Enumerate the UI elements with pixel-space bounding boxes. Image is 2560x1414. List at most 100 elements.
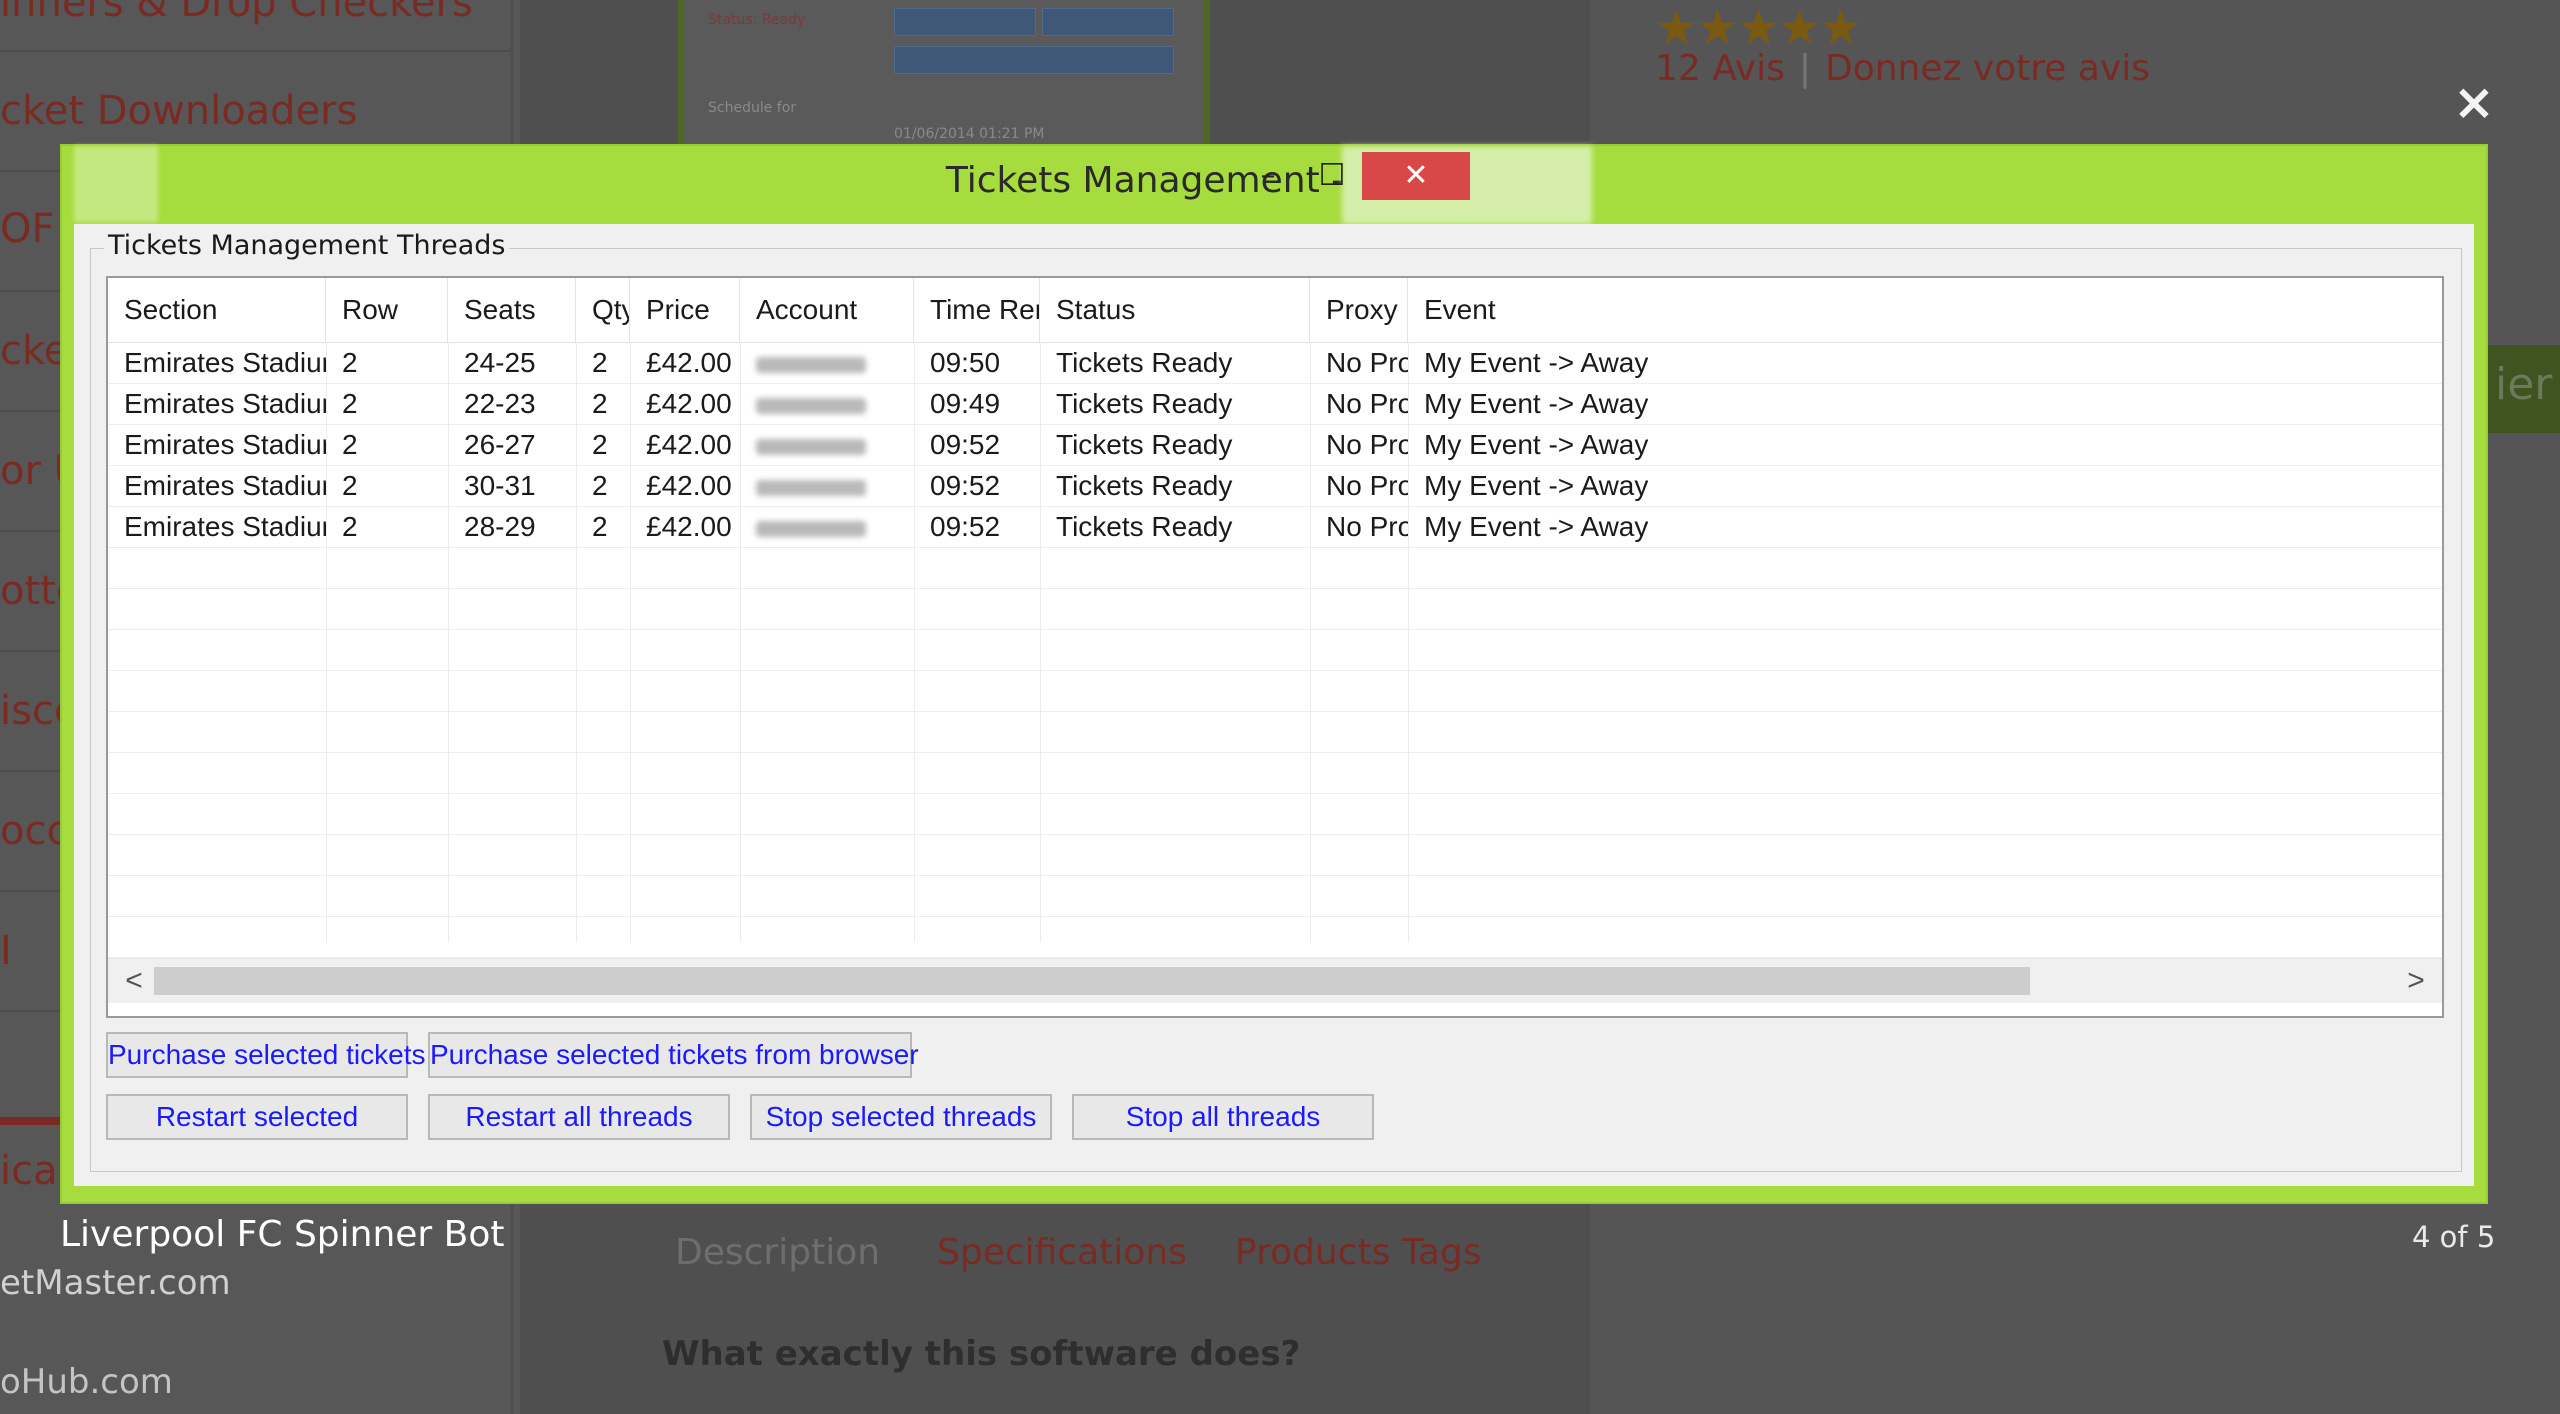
cell-row: 2 — [342, 347, 358, 378]
maximize-button[interactable]: ☐ — [1302, 152, 1362, 200]
column-gridline — [630, 342, 631, 942]
cell-account — [740, 424, 914, 465]
horizontal-scrollbar[interactable]: < > — [108, 958, 2442, 1003]
cell-time: 09:52 — [930, 511, 1001, 542]
reviews-count: 12 Avis — [1655, 48, 1785, 89]
close-button[interactable]: ✕ — [1362, 152, 1470, 200]
empty-row — [108, 670, 2442, 712]
cell-event: My Event -> Away — [1424, 511, 1648, 542]
purchase-from-browser-button[interactable]: Purchase selected tickets from browser — [428, 1032, 919, 1078]
cell-section: Emirates Stadium With Pic... — [124, 388, 326, 419]
column-gridline — [914, 342, 915, 942]
cell-section: Emirates Stadium With Pic... — [124, 429, 326, 460]
cell-status: Tickets Ready — [1056, 388, 1233, 419]
cell-row: 2 — [342, 511, 358, 542]
sidebar-link: inners & Drop Checkers — [0, 0, 473, 26]
thumbnail-status: Status: Ready — [708, 12, 806, 28]
column-header-row[interactable]: Row — [326, 278, 448, 342]
column-header-account[interactable]: Account — [740, 278, 914, 342]
empty-row — [108, 793, 2442, 835]
cell-proxy: No Proxy — [1326, 347, 1408, 378]
column-gridline — [1408, 342, 1409, 942]
redacted-account — [756, 479, 866, 496]
cell-proxy: No Proxy — [1326, 388, 1408, 419]
background-thumbnail: Status: Ready Schedule for 01/06/2014 01… — [678, 0, 1210, 150]
column-header-time-remaining[interactable]: Time Remaini... — [914, 278, 1040, 342]
cell-event: My Event -> Away — [1424, 429, 1648, 460]
table-row[interactable]: Emirates Stadium With Pic... 2 22-23 2 £… — [108, 383, 2442, 425]
restart-all-button[interactable]: Restart all threads — [428, 1094, 730, 1140]
cell-seats: 28-29 — [464, 511, 536, 542]
purchase-selected-button[interactable]: Purchase selected tickets — [106, 1032, 426, 1078]
reviews-separator: | — [1798, 48, 1811, 89]
cell-status: Tickets Ready — [1056, 511, 1233, 542]
window-client-area: Tickets Management Threads Section Row S… — [74, 224, 2474, 1186]
stop-all-button[interactable]: Stop all threads — [1072, 1094, 1374, 1140]
green-tab-text: ier — [2495, 359, 2553, 410]
cell-price: £42.00 — [646, 347, 732, 378]
thumbnail-date: 01/06/2014 01:21 PM — [894, 126, 1045, 142]
cell-seats: 26-27 — [464, 429, 536, 460]
background-site-link: oHub.com — [0, 1362, 173, 1402]
tickets-management-window: Tickets Management - – ☐ ✕ Tickets Manag… — [60, 144, 2488, 1204]
redacted-account — [756, 397, 866, 414]
threads-group-label: Tickets Management Threads — [104, 230, 510, 261]
cell-seats: 30-31 — [464, 470, 536, 501]
cell-row: 2 — [342, 470, 358, 501]
sidebar-divider — [0, 50, 510, 52]
column-header-event[interactable]: Event — [1408, 278, 1608, 342]
cell-time: 09:52 — [930, 429, 1001, 460]
empty-row — [108, 547, 2442, 589]
cell-proxy: No Proxy — [1326, 429, 1408, 460]
cell-proxy: No Proxy — [1326, 511, 1408, 542]
minimize-button[interactable]: – — [1238, 152, 1298, 200]
threads-grid[interactable]: Section Row Seats Qty Price Account Time… — [106, 276, 2444, 1018]
reviews-cta: Donnez votre avis — [1824, 48, 2151, 89]
cell-time: 09:49 — [930, 388, 1001, 419]
column-gridline — [326, 342, 327, 942]
empty-row — [108, 588, 2442, 630]
cell-section: Emirates Stadium With Pic... — [124, 511, 326, 542]
scroll-right-icon[interactable]: > — [2398, 959, 2434, 1003]
table-row[interactable]: Emirates Stadium With Pic... 2 28-29 2 £… — [108, 506, 2442, 548]
table-row[interactable]: Emirates Stadium With Pic... 2 26-27 2 £… — [108, 424, 2442, 466]
cell-event: My Event -> Away — [1424, 470, 1648, 501]
tab-specifications: Specifications — [937, 1232, 1187, 1273]
column-header-proxy[interactable]: Proxy — [1310, 278, 1408, 342]
scrollbar-thumb[interactable] — [154, 967, 2030, 995]
thumbnail-button — [894, 46, 1174, 74]
column-gridline — [1040, 342, 1041, 942]
column-header-price[interactable]: Price — [630, 278, 740, 342]
cell-price: £42.00 — [646, 470, 732, 501]
empty-row — [108, 834, 2442, 876]
table-row[interactable]: Emirates Stadium With Pic... 2 30-31 2 £… — [108, 465, 2442, 507]
cell-time: 09:50 — [930, 347, 1001, 378]
empty-row — [108, 916, 2442, 958]
empty-row — [108, 875, 2442, 917]
cell-event: My Event -> Away — [1424, 388, 1648, 419]
cell-qty: 2 — [592, 511, 608, 542]
cell-account — [740, 342, 914, 383]
cell-qty: 2 — [592, 470, 608, 501]
scroll-left-icon[interactable]: < — [116, 959, 152, 1003]
background-site-link: etMaster.com — [0, 1263, 231, 1303]
column-header-seats[interactable]: Seats — [448, 278, 576, 342]
empty-row — [108, 629, 2442, 671]
column-header-section[interactable]: Section — [108, 278, 326, 342]
restart-selected-button[interactable]: Restart selected — [106, 1094, 408, 1140]
window-titlebar[interactable]: Tickets Management - – ☐ ✕ — [62, 146, 2486, 224]
column-header-status[interactable]: Status — [1040, 278, 1310, 342]
empty-row — [108, 711, 2442, 753]
cell-row: 2 — [342, 388, 358, 419]
sidebar-link: ica — [0, 1148, 58, 1194]
thumbnail-button — [1042, 8, 1174, 36]
redacted-account — [756, 520, 866, 537]
column-header-qty[interactable]: Qty — [576, 278, 630, 342]
cell-time: 09:52 — [930, 470, 1001, 501]
stop-selected-button[interactable]: Stop selected threads — [750, 1094, 1052, 1140]
lightbox-caption: Liverpool FC Spinner Bot — [60, 1214, 505, 1255]
table-row[interactable]: Emirates Stadium With Pic... 2 24-25 2 £… — [108, 342, 2442, 384]
redacted-account — [756, 356, 866, 373]
column-gridline — [576, 342, 577, 942]
lightbox-close-icon[interactable]: × — [2448, 76, 2500, 128]
